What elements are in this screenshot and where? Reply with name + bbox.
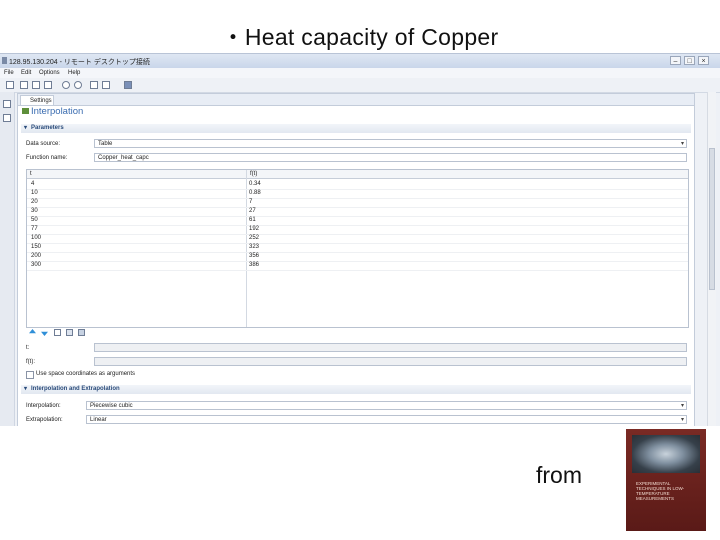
tab-settings[interactable]: Settings — [20, 95, 54, 105]
cryostat-photo — [632, 435, 700, 473]
menu-bar: File Edit Options Help — [0, 68, 720, 78]
remote-desktop-screenshot: 128.95.130.204 - リモート デスクトップ接続 – □ × Fil… — [0, 53, 720, 426]
use-space-checkbox[interactable] — [26, 371, 34, 379]
app-icon — [2, 57, 7, 64]
delete-row-icon[interactable] — [54, 329, 61, 336]
settings-panel: Settings Interpolation Parameters Data s… — [17, 93, 695, 426]
vertical-scrollbar[interactable] — [707, 92, 716, 426]
tool-icon[interactable] — [3, 100, 11, 108]
user-icon[interactable] — [124, 81, 132, 89]
load-file-icon[interactable] — [78, 329, 85, 336]
function-name-input[interactable]: Copper_heat_capc — [94, 153, 687, 162]
table-row[interactable]: 300 386 — [27, 261, 688, 271]
save-as-icon[interactable] — [44, 81, 52, 89]
extrapolation-label: Extrapolation: — [26, 417, 63, 423]
cell-t: 77 — [31, 226, 38, 232]
ft-input[interactable] — [94, 357, 687, 366]
cell-ft: 7 — [249, 199, 253, 205]
cell-ft: 0.34 — [249, 181, 261, 187]
left-toolstrip — [0, 92, 15, 426]
use-space-label: Use space coordinates as arguments — [36, 371, 136, 377]
interpolation-heading: Interpolation — [22, 106, 83, 117]
paste-icon[interactable] — [102, 81, 110, 89]
window-titlebar: 128.95.130.204 - リモート デスクトップ接続 – □ × — [0, 54, 720, 68]
settings-tabbar: Settings — [18, 94, 694, 106]
new-icon[interactable] — [6, 81, 14, 89]
data-source-select[interactable]: Table ▾ — [94, 139, 687, 148]
menu-edit[interactable]: Edit — [21, 70, 31, 76]
table-header-ft[interactable]: f(t) — [247, 170, 688, 179]
save-icon[interactable] — [32, 81, 40, 89]
heading-text: Interpolation — [31, 106, 84, 117]
data-table[interactable]: t f(t) 4 0.34 10 0.88 20 7 30 27 50 61 77 192 100 252… — [26, 169, 689, 328]
clear-table-icon[interactable] — [66, 329, 73, 336]
cell-t: 200 — [31, 253, 42, 259]
cell-t: 30 — [31, 208, 38, 214]
menu-help[interactable]: Help — [68, 70, 80, 76]
scrollbar-thumb[interactable] — [709, 148, 715, 290]
cell-t: 300 — [31, 262, 42, 268]
interpolation-value: Piecewise cubic — [90, 403, 133, 409]
chevron-down-icon: ▾ — [680, 417, 684, 423]
source-label: from — [536, 462, 582, 488]
data-source-label: Data source: — [26, 141, 61, 147]
t-input[interactable] — [94, 343, 687, 352]
interp-extrap-section-header[interactable]: Interpolation and Extrapolation — [21, 385, 691, 394]
toolbar — [0, 78, 720, 93]
copy-icon[interactable] — [90, 81, 98, 89]
slide-title: ・Heat capacity of Copper — [221, 24, 499, 50]
cell-ft: 0.88 — [249, 190, 261, 196]
cell-ft: 252 — [249, 235, 260, 241]
cell-ft: 61 — [249, 217, 256, 223]
view-icon[interactable] — [3, 114, 11, 122]
parameters-section-header[interactable]: Parameters — [21, 124, 691, 133]
data-source-value: Table — [98, 141, 113, 147]
book-cover-title: EXPERIMENTAL TECHNIQUES IN LOW-TEMPERATU… — [636, 481, 685, 501]
table-header-t[interactable]: t — [27, 170, 246, 179]
interpolation-select[interactable]: Piecewise cubic ▾ — [86, 401, 687, 410]
minimize-button[interactable]: – — [670, 56, 681, 65]
chevron-down-icon: ▾ — [680, 141, 684, 147]
extrapolation-value: Linear — [90, 417, 107, 423]
cell-ft: 356 — [249, 253, 260, 259]
close-button[interactable]: × — [698, 56, 709, 65]
menu-file[interactable]: File — [4, 70, 14, 76]
chevron-down-icon: ▾ — [680, 403, 684, 409]
move-up-icon[interactable] — [29, 329, 36, 334]
maximize-button[interactable]: □ — [684, 56, 695, 65]
cell-ft: 386 — [249, 262, 260, 268]
redo-icon[interactable] — [74, 81, 82, 89]
function-name-label: Function name: — [26, 155, 68, 161]
cell-t: 10 — [31, 190, 38, 196]
window-title: 128.95.130.204 - リモート デスクトップ接続 — [9, 59, 150, 66]
move-down-icon[interactable] — [41, 331, 48, 336]
cell-t: 50 — [31, 217, 38, 223]
cell-t: 4 — [31, 181, 35, 187]
interpolation-label: Interpolation: — [26, 403, 61, 409]
menu-options[interactable]: Options — [39, 70, 60, 76]
cell-ft: 192 — [249, 226, 260, 232]
interpolation-icon — [22, 108, 29, 114]
cell-ft: 323 — [249, 244, 260, 250]
cell-t: 150 — [31, 244, 42, 250]
cell-t: 100 — [31, 235, 42, 241]
undo-icon[interactable] — [62, 81, 70, 89]
ft-label: f(t): — [26, 359, 35, 365]
book-cover-image: EXPERIMENTAL TECHNIQUES IN LOW-TEMPERATU… — [626, 429, 706, 531]
extrapolation-select[interactable]: Linear ▾ — [86, 415, 687, 424]
t-label: t: — [26, 345, 30, 351]
open-icon[interactable] — [20, 81, 28, 89]
cell-ft: 27 — [249, 208, 256, 214]
cell-t: 20 — [31, 199, 38, 205]
